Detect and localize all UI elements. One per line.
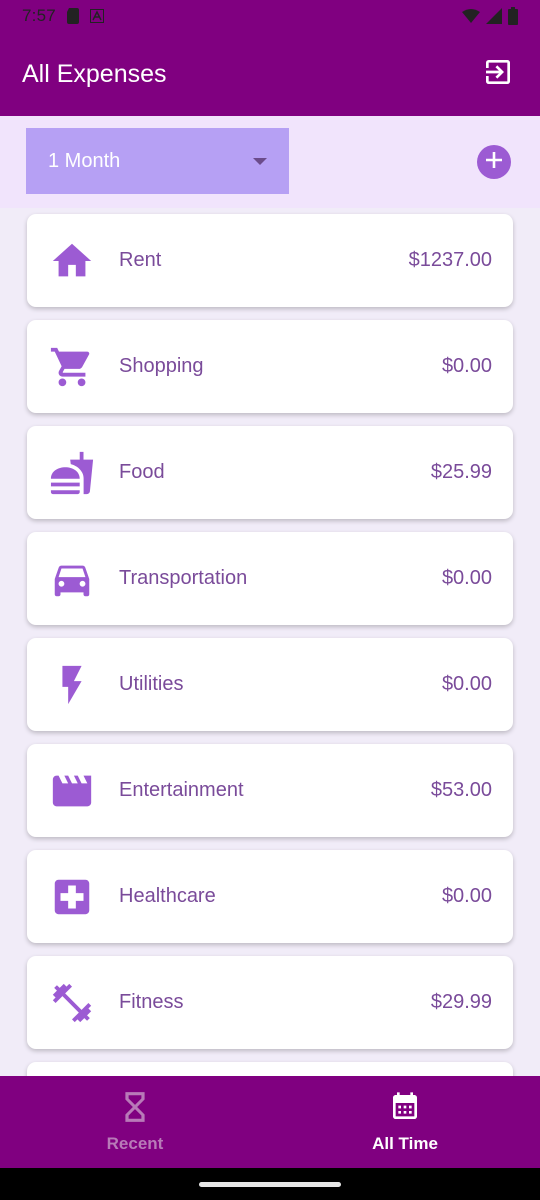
wifi-icon <box>462 9 480 23</box>
signal-icon <box>486 8 502 24</box>
period-dropdown-value: 1 Month <box>48 149 121 172</box>
expense-card-healthcare[interactable]: Healthcare $0.00 <box>27 850 513 943</box>
add-expense-button[interactable] <box>477 145 511 179</box>
expense-label: Utilities <box>119 673 184 695</box>
medical-icon <box>49 874 95 920</box>
expense-card-transportation[interactable]: Transportation $0.00 <box>27 532 513 625</box>
home-icon <box>49 238 95 284</box>
bolt-icon <box>49 662 95 708</box>
expense-card-food[interactable]: Food $25.99 <box>27 426 513 519</box>
a-badge-icon <box>89 9 104 23</box>
expense-label: Entertainment <box>119 779 244 801</box>
add-circle-icon <box>486 151 502 173</box>
gesture-bar <box>0 1168 540 1200</box>
expense-label: Food <box>119 461 165 483</box>
expense-amount: $29.99 <box>430 991 492 1013</box>
expense-label: Transportation <box>119 567 248 589</box>
calendar-icon <box>389 1091 421 1128</box>
logout-icon <box>482 56 514 93</box>
expense-amount: $53.00 <box>430 779 492 801</box>
status-time: 7:57 <box>22 6 56 25</box>
expense-label: Rent <box>119 249 162 271</box>
period-dropdown[interactable]: 1 Month <box>26 128 289 194</box>
caret-down-icon <box>253 157 267 165</box>
expense-card-partial[interactable] <box>27 1062 513 1076</box>
page-title: All Expenses <box>22 59 167 88</box>
nav-all-time[interactable]: All Time <box>270 1076 540 1168</box>
home-gesture-handle[interactable] <box>199 1182 341 1187</box>
expense-amount: $0.00 <box>441 355 492 377</box>
car-icon <box>49 556 95 602</box>
expense-card-utilities[interactable]: Utilities $0.00 <box>27 638 513 731</box>
expense-card-rent[interactable]: Rent $1237.00 <box>27 214 513 307</box>
bottom-nav: Recent All Time <box>0 1076 540 1168</box>
expense-amount: $0.00 <box>441 567 492 589</box>
expense-amount: $1237.00 <box>408 249 492 271</box>
sim-card-icon <box>66 8 80 24</box>
expense-card-entertainment[interactable]: Entertainment $53.00 <box>27 744 513 837</box>
expense-card-shopping[interactable]: Shopping $0.00 <box>27 320 513 413</box>
movie-icon <box>49 768 95 814</box>
expense-amount: $0.00 <box>441 673 492 695</box>
expense-label: Shopping <box>119 355 204 377</box>
expense-amount: $25.99 <box>430 461 492 483</box>
battery-icon <box>508 7 518 25</box>
fastfood-icon <box>49 450 95 496</box>
app-bar: All Expenses <box>0 32 540 116</box>
hourglass-icon <box>122 1091 148 1128</box>
logout-button[interactable] <box>478 54 518 94</box>
nav-recent-label: Recent <box>106 1133 164 1153</box>
nav-all-time-label: All Time <box>372 1133 438 1153</box>
nav-recent[interactable]: Recent <box>0 1076 270 1168</box>
fitness-icon <box>49 980 95 1026</box>
expense-amount: $0.00 <box>441 885 492 907</box>
expense-label: Healthcare <box>119 885 216 907</box>
shopping-cart-icon <box>49 344 95 390</box>
expense-list: Rent $1237.00 Shopping $0.00 Food $25.99… <box>0 208 540 1076</box>
status-bar: 7:57 <box>0 0 540 32</box>
expense-label: Fitness <box>119 991 184 1013</box>
filter-row: 1 Month <box>0 116 540 208</box>
expense-card-fitness[interactable]: Fitness $29.99 <box>27 956 513 1049</box>
